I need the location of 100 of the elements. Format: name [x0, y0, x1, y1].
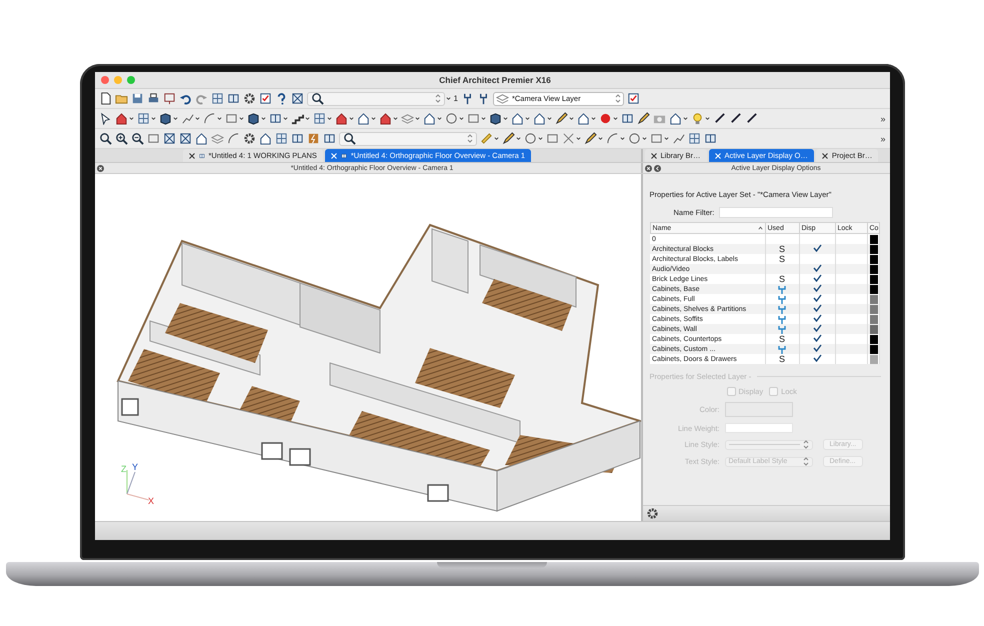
grid-icon[interactable]	[210, 92, 224, 105]
file-icon[interactable]	[98, 92, 112, 105]
caret-icon[interactable]	[516, 136, 520, 141]
overflow-button[interactable]: »	[880, 114, 886, 124]
dropper-icon[interactable]	[744, 112, 758, 125]
panel-icon[interactable]	[620, 112, 634, 125]
overflow-button[interactable]: »	[880, 134, 886, 144]
caret-icon[interactable]	[260, 116, 266, 121]
panel-icon[interactable]	[704, 132, 716, 145]
close-icon[interactable]	[650, 152, 656, 158]
grid-icon[interactable]	[274, 132, 288, 145]
pointer-icon[interactable]	[98, 112, 112, 125]
house-icon[interactable]	[668, 112, 682, 125]
grid-icon[interactable]	[136, 112, 150, 125]
cube-icon[interactable]	[488, 112, 502, 125]
arc-icon[interactable]	[226, 132, 240, 145]
caret-icon[interactable]	[612, 116, 618, 121]
check-icon[interactable]	[258, 92, 272, 105]
caret-icon[interactable]	[546, 116, 552, 121]
stepper-icon[interactable]	[802, 440, 808, 449]
caret-icon[interactable]	[414, 116, 420, 121]
caret-icon[interactable]	[620, 136, 624, 141]
house-icon[interactable]	[194, 132, 208, 145]
caret-icon[interactable]	[446, 96, 450, 101]
house-icon[interactable]	[532, 112, 546, 125]
line-icon[interactable]	[672, 132, 684, 145]
save-icon[interactable]	[130, 92, 144, 105]
roof-icon[interactable]	[378, 112, 392, 125]
house-icon[interactable]	[510, 112, 524, 125]
caret-icon[interactable]	[194, 116, 200, 121]
gear-icon[interactable]	[242, 132, 256, 145]
caret-icon[interactable]	[502, 116, 508, 121]
caret-icon[interactable]	[682, 116, 688, 121]
rect-icon[interactable]	[650, 132, 662, 145]
record-icon[interactable]	[598, 112, 612, 125]
caret-icon[interactable]	[704, 116, 710, 121]
panel-icon[interactable]	[290, 132, 304, 145]
caret-icon[interactable]	[392, 116, 398, 121]
color-field[interactable]	[724, 402, 792, 417]
circle-icon[interactable]	[524, 132, 536, 145]
roof-icon[interactable]	[334, 112, 348, 125]
cube-icon[interactable]	[246, 112, 260, 125]
caret-icon[interactable]	[664, 136, 668, 141]
frame-icon[interactable]	[178, 132, 192, 145]
caret-icon[interactable]	[480, 116, 486, 121]
pencil-icon[interactable]	[502, 132, 514, 145]
caret-icon[interactable]	[128, 116, 134, 121]
caret-icon[interactable]	[348, 116, 354, 121]
pencil-icon[interactable]	[636, 112, 650, 125]
caret-icon[interactable]	[436, 116, 442, 121]
frame-icon[interactable]	[162, 132, 176, 145]
line-weight-field[interactable]	[724, 423, 792, 433]
panel-icon[interactable]	[340, 152, 347, 158]
close-icon[interactable]	[188, 152, 194, 158]
caret-icon[interactable]	[598, 136, 602, 141]
arc-icon[interactable]	[202, 112, 216, 125]
cube-icon[interactable]	[158, 112, 172, 125]
caret-icon[interactable]	[304, 116, 310, 121]
rect-icon[interactable]	[546, 132, 558, 145]
cross-icon[interactable]	[562, 132, 574, 145]
stepper-icon[interactable]	[434, 94, 440, 103]
caret-icon[interactable]	[568, 116, 574, 121]
combo-field[interactable]	[306, 92, 444, 106]
house-icon[interactable]	[258, 132, 272, 145]
combo-field[interactable]	[338, 132, 476, 146]
panel-icon[interactable]	[322, 132, 336, 145]
undo-icon[interactable]	[178, 92, 192, 105]
bolt-icon[interactable]	[306, 132, 320, 145]
panel-icon[interactable]	[198, 152, 204, 158]
dropper-icon[interactable]	[728, 112, 742, 125]
printer-icon[interactable]	[146, 92, 160, 105]
caret-icon[interactable]	[150, 116, 156, 121]
frame-icon[interactable]	[290, 92, 304, 105]
stepper-icon[interactable]	[614, 94, 621, 103]
grid-icon[interactable]	[688, 132, 700, 145]
monitor-icon[interactable]	[162, 92, 176, 105]
rect-icon[interactable]	[146, 132, 160, 145]
caret-icon[interactable]	[590, 116, 596, 121]
house-icon[interactable]	[356, 112, 370, 125]
caret-icon[interactable]	[216, 116, 222, 121]
gear-icon[interactable]	[242, 92, 256, 105]
zoom-in-icon[interactable]	[114, 132, 128, 145]
close-icon[interactable]	[822, 152, 828, 158]
search-icon[interactable]	[310, 92, 324, 105]
caret-icon[interactable]	[494, 136, 498, 141]
caret-icon[interactable]	[370, 116, 376, 121]
zoom-out-icon[interactable]	[130, 132, 144, 145]
stepper-icon[interactable]	[466, 134, 472, 143]
pencil-icon[interactable]	[554, 112, 568, 125]
caret-icon[interactable]	[642, 136, 646, 141]
search-icon[interactable]	[342, 132, 356, 145]
gear-icon[interactable]	[646, 507, 658, 520]
rect-icon[interactable]	[224, 112, 238, 125]
caret-icon[interactable]	[326, 116, 332, 121]
checkmark-icon[interactable]	[812, 244, 822, 252]
stairs-icon[interactable]	[290, 112, 304, 125]
grid-icon[interactable]	[312, 112, 326, 125]
panel-icon[interactable]	[226, 92, 240, 105]
back-icon[interactable]	[654, 164, 660, 172]
caret-icon[interactable]	[458, 116, 464, 121]
